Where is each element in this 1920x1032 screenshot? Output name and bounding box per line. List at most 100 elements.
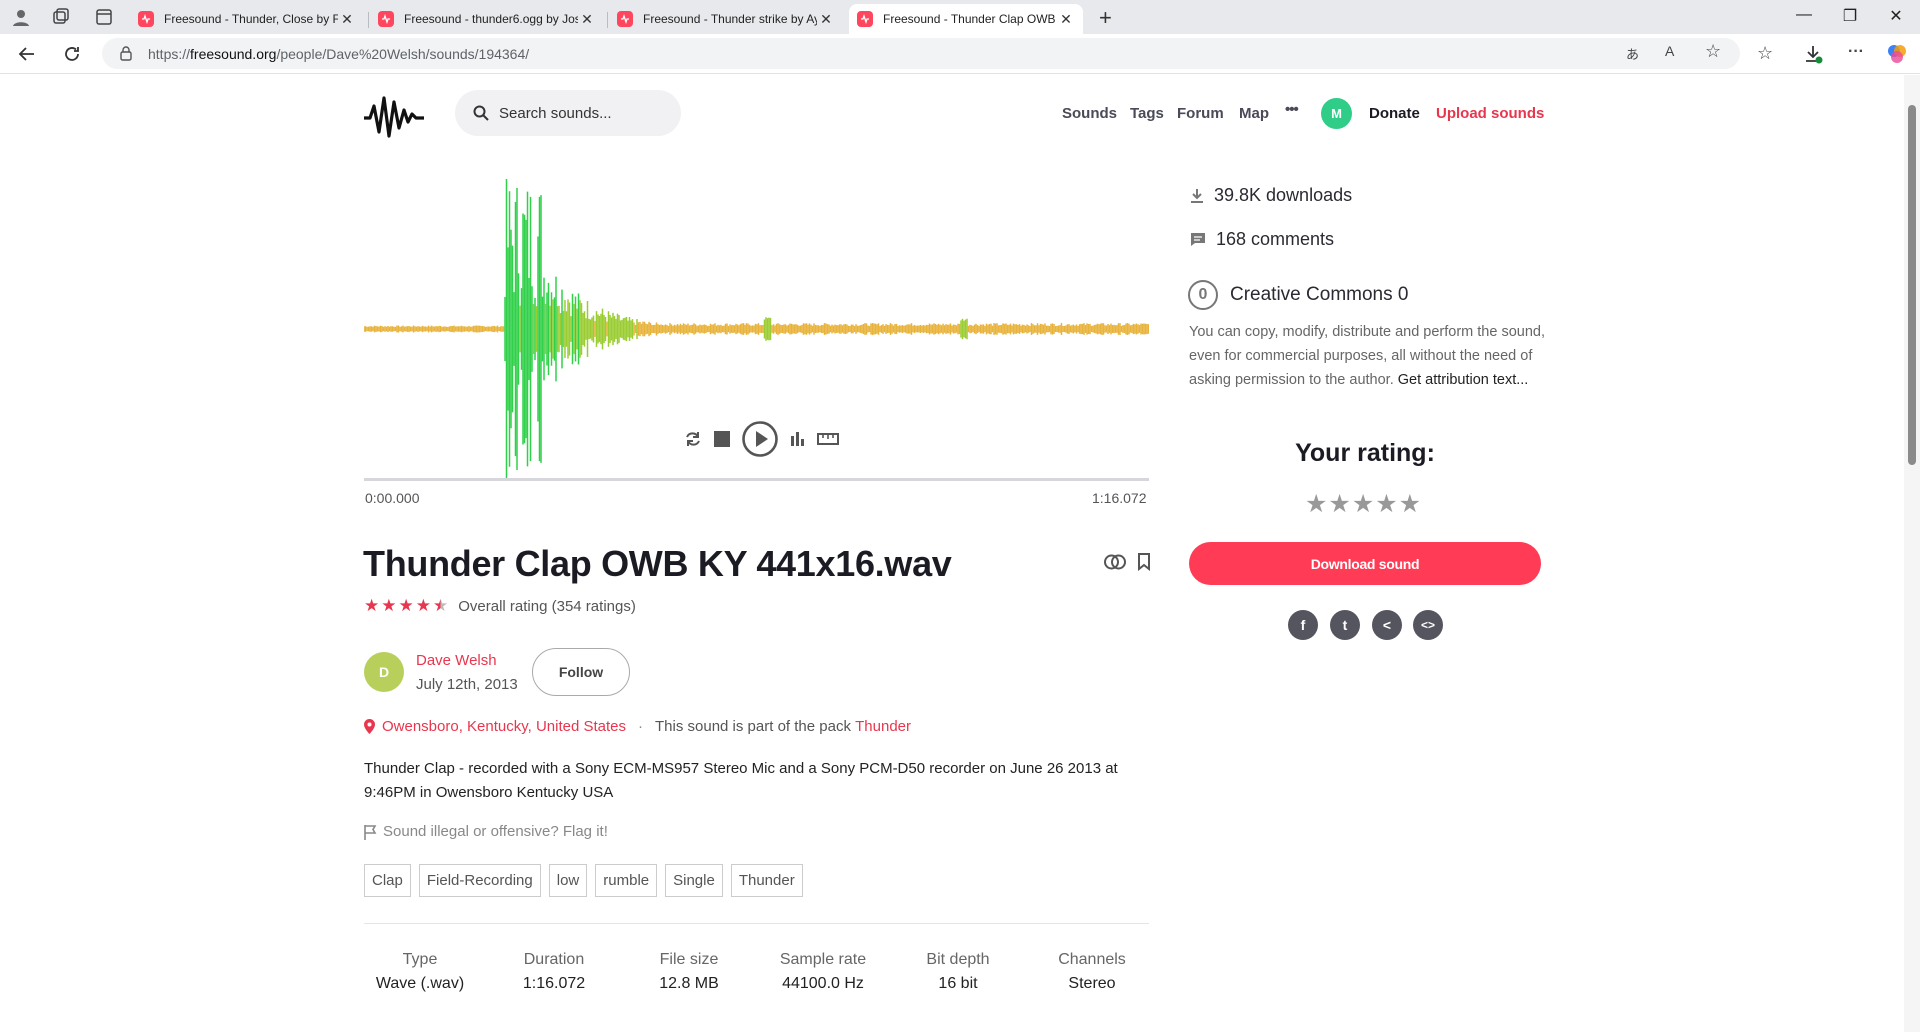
similar-sounds-icon[interactable] — [1103, 553, 1127, 571]
search-icon — [473, 105, 489, 121]
browser-tab[interactable]: Freesound - Thunder strike by Ay ✕ — [609, 4, 843, 34]
rating-star: ★ — [398, 596, 414, 615]
favorite-star-icon[interactable]: ☆ — [1705, 41, 1721, 62]
rating-star: ★ — [381, 596, 397, 615]
copilot-icon[interactable] — [1886, 43, 1908, 65]
translate-icon[interactable]: あ — [1626, 44, 1639, 63]
more-menu-icon[interactable]: ··· — [1848, 43, 1870, 65]
license-name: Creative Commons 0 — [1230, 284, 1409, 305]
tag[interactable]: low — [548, 864, 588, 897]
nav-sounds[interactable]: Sounds — [1062, 105, 1117, 122]
divider — [364, 923, 1149, 924]
browser-tab-active[interactable]: Freesound - Thunder Clap OWB K ✕ — [849, 4, 1083, 34]
lock-icon[interactable] — [119, 46, 133, 61]
rating-text: Overall rating (354 ratings) — [458, 598, 636, 615]
url-text[interactable]: https://freesound.org/people/Dave%20Wels… — [148, 46, 529, 62]
pack-link[interactable]: Thunder — [855, 718, 911, 735]
close-tab-icon[interactable]: ✕ — [578, 11, 596, 28]
refresh-icon[interactable] — [61, 43, 83, 65]
close-tab-icon[interactable]: ✕ — [1057, 11, 1075, 28]
tag[interactable]: Thunder — [730, 864, 803, 897]
twitter-icon[interactable]: t — [1330, 610, 1360, 640]
minimize-icon[interactable]: — — [1781, 6, 1827, 24]
back-icon[interactable] — [16, 43, 38, 65]
meta-label: Sample rate — [779, 951, 867, 968]
meta-value: Wave (.wav) — [375, 975, 465, 992]
rating-star: ★ — [415, 596, 431, 615]
workspaces-icon[interactable] — [51, 7, 71, 27]
title-actions — [1103, 553, 1151, 571]
profile-icon[interactable] — [11, 7, 31, 27]
search-input[interactable]: Search sounds... — [455, 90, 681, 136]
browser-tab[interactable]: Freesound - Thunder, Close by Fi ✕ — [130, 4, 364, 34]
upload-sounds-link[interactable]: Upload sounds — [1436, 105, 1544, 122]
separator-dot: · — [638, 718, 644, 735]
flag-link[interactable]: Sound illegal or offensive? Flag it! — [363, 823, 608, 840]
user-avatar[interactable]: M — [1321, 98, 1352, 129]
rating-star: ★ — [364, 596, 380, 615]
read-aloud-icon[interactable]: A — [1665, 43, 1674, 59]
upload-date: July 12th, 2013 — [416, 676, 518, 693]
new-tab-icon[interactable]: + — [1099, 5, 1112, 31]
nav-more-icon[interactable]: ••• — [1285, 101, 1299, 118]
loop-icon[interactable] — [683, 429, 703, 449]
page-scrollbar[interactable] — [1904, 75, 1920, 1032]
scrollbar-thumb[interactable] — [1908, 105, 1916, 465]
rating-star: ★ — [433, 596, 449, 615]
restore-icon[interactable]: ❐ — [1827, 6, 1873, 26]
tag[interactable]: Single — [665, 864, 723, 897]
play-icon[interactable] — [741, 420, 779, 458]
freesound-favicon — [138, 11, 154, 27]
donate-link[interactable]: Donate — [1369, 105, 1420, 122]
downloads-icon[interactable] — [1802, 43, 1824, 65]
location-link[interactable]: Owensboro, Kentucky, United States — [382, 718, 626, 735]
close-window-icon[interactable]: ✕ — [1873, 6, 1919, 26]
meta-label: File size — [659, 951, 719, 968]
address-bar-row: https://freesound.org/people/Dave%20Wels… — [0, 34, 1920, 74]
bookmark-icon[interactable] — [1137, 553, 1151, 571]
rate-stars-input[interactable]: ★★★★★ — [1305, 489, 1422, 519]
comments-count[interactable]: 168 comments — [1190, 229, 1334, 250]
embed-icon[interactable]: <> — [1413, 610, 1443, 640]
ruler-icon[interactable] — [817, 432, 839, 446]
freesound-favicon — [617, 11, 633, 27]
close-tab-icon[interactable]: ✕ — [817, 11, 835, 28]
attribution-link[interactable]: Get attribution text... — [1398, 372, 1529, 388]
freesound-logo[interactable] — [364, 92, 424, 138]
favorites-icon[interactable]: ☆ — [1757, 43, 1779, 65]
cc0-icon: 0 — [1188, 280, 1218, 310]
meta-file-size: File size 12.8 MB — [619, 951, 759, 993]
meta-duration: Duration 1:16.072 — [484, 951, 624, 993]
freesound-favicon — [378, 11, 394, 27]
nav-map[interactable]: Map — [1239, 105, 1269, 122]
comments-text[interactable]: 168 comments — [1216, 229, 1334, 250]
tag[interactable]: Clap — [364, 864, 411, 897]
url-field[interactable]: https://freesound.org/people/Dave%20Wels… — [102, 38, 1740, 69]
tab-actions-icon[interactable] — [94, 7, 114, 27]
freesound-page: Search sounds... Sounds Tags Forum Map •… — [0, 75, 1904, 1032]
meta-type: Type Wave (.wav) — [350, 951, 490, 993]
license-description: You can copy, modify, distribute and per… — [1189, 320, 1549, 392]
nav-forum[interactable]: Forum — [1177, 105, 1224, 122]
nav-tags[interactable]: Tags — [1130, 105, 1164, 122]
downloads-text: 39.8K downloads — [1214, 185, 1353, 205]
facebook-icon[interactable]: f — [1288, 610, 1318, 640]
flag-text[interactable]: Sound illegal or offensive? Flag it! — [383, 823, 608, 840]
share-icon[interactable]: < — [1372, 610, 1402, 640]
tag[interactable]: Field-Recording — [418, 864, 541, 897]
download-sound-button[interactable]: Download sound — [1189, 542, 1541, 585]
browser-tab[interactable]: Freesound - thunder6.ogg by Jos ✕ — [370, 4, 604, 34]
meta-label: Duration — [523, 951, 585, 968]
spectrogram-icon[interactable] — [789, 430, 807, 448]
author-avatar[interactable]: D — [364, 652, 404, 692]
overall-rating: ★ ★ ★ ★ ★ Overall rating (354 ratings) — [364, 597, 636, 616]
author-link[interactable]: Dave Welsh — [416, 652, 497, 669]
meta-label: Channels — [1058, 951, 1126, 968]
tag[interactable]: rumble — [595, 864, 658, 897]
waveform-progress-bar[interactable] — [364, 478, 1149, 481]
comment-icon — [1191, 233, 1205, 246]
meta-sample-rate: Sample rate 44100.0 Hz — [753, 951, 893, 993]
close-tab-icon[interactable]: ✕ — [338, 11, 356, 28]
stop-icon[interactable] — [713, 430, 731, 448]
follow-button[interactable]: Follow — [532, 648, 630, 696]
